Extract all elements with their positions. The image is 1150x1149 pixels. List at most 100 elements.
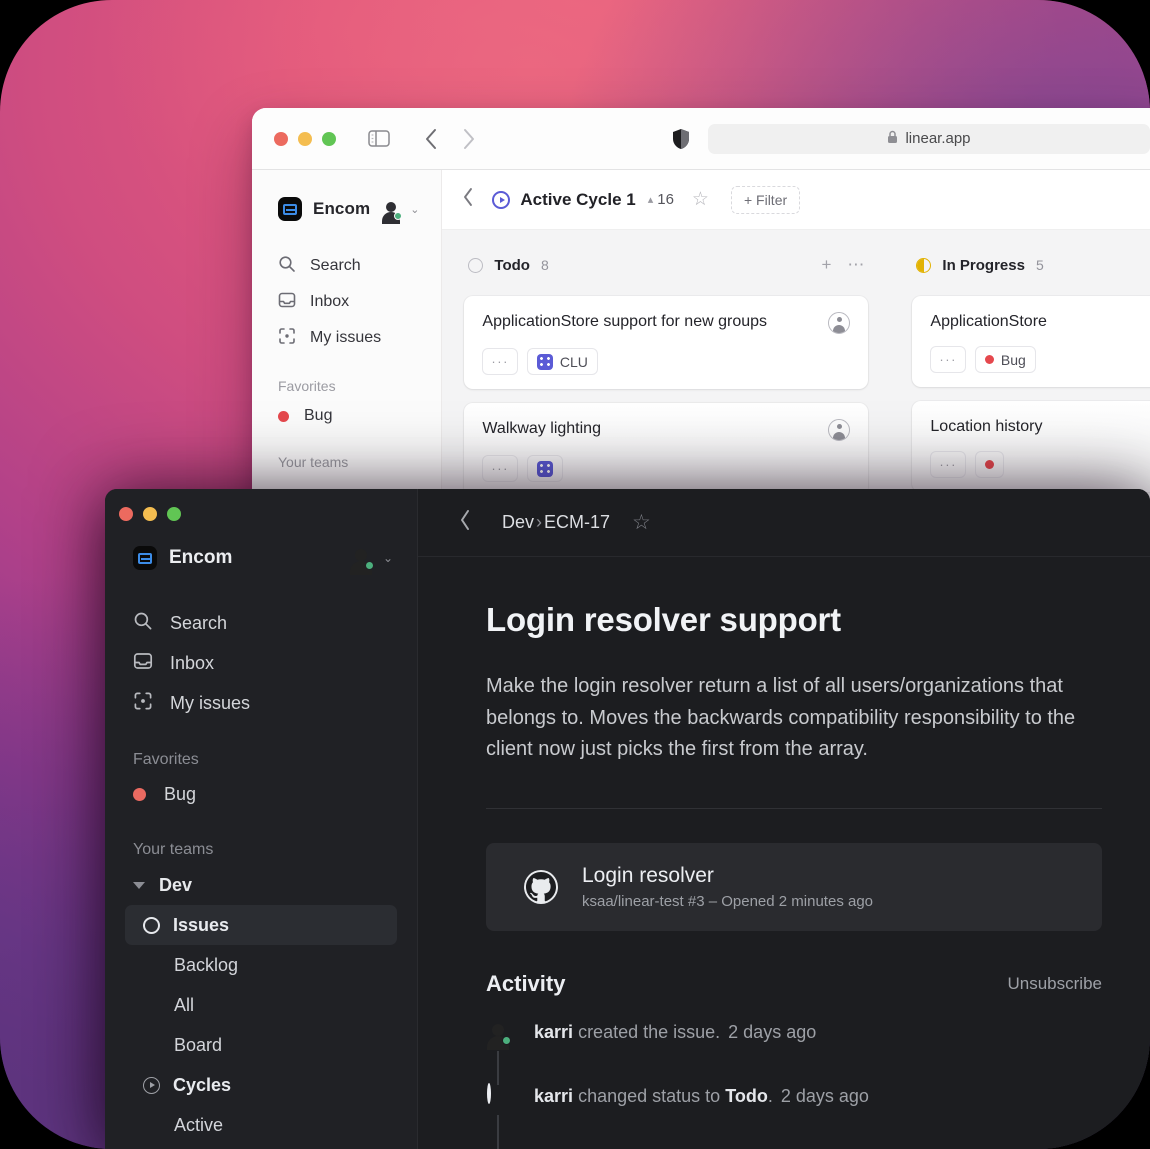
sidebar-item-label: Inbox — [170, 652, 215, 673]
sidebar-item-board[interactable]: Board — [125, 1025, 397, 1065]
sidebar-favorite-bug[interactable]: Bug — [252, 400, 441, 432]
issue-card-more-button[interactable]: ··· — [930, 346, 966, 373]
sidebar-item-inbox[interactable]: Inbox — [252, 284, 441, 320]
unsubscribe-button[interactable]: Unsubscribe — [1008, 974, 1103, 994]
column-header: In Progress 5 — [912, 248, 1150, 282]
issue-card-label-chip[interactable]: Bug — [974, 346, 1036, 373]
sidebar-item-label: Cycles — [173, 1074, 232, 1095]
star-icon[interactable]: ☆ — [632, 510, 651, 535]
window-traffic-lights[interactable] — [274, 131, 336, 146]
sidebar-item-all[interactable]: All — [125, 985, 397, 1025]
sidebar-item-upcoming[interactable]: Upcoming — [125, 1145, 397, 1149]
inbox-icon — [278, 291, 296, 314]
issue-card[interactable]: Walkway lighting ··· — [464, 403, 869, 496]
issue-card[interactable]: ApplicationStore support for new groups … — [464, 296, 869, 389]
browser-forward-icon[interactable] — [462, 128, 476, 150]
column-header: Todo 8 + ⋯ — [464, 248, 868, 282]
issue-card[interactable]: ApplicationStore ··· Bug — [912, 296, 1150, 387]
zoom-button[interactable] — [322, 131, 336, 146]
chip-label: Bug — [1000, 351, 1026, 368]
sidebar-item-issues[interactable]: Issues — [125, 905, 397, 945]
column-name: In Progress — [942, 256, 1025, 274]
sidebar-item-search[interactable]: Search — [252, 248, 441, 284]
issue-card-title: ApplicationStore — [930, 313, 1047, 330]
triangle-down-icon[interactable] — [133, 881, 145, 889]
lock-icon — [887, 130, 898, 148]
project-grid-icon — [536, 460, 553, 477]
star-icon[interactable]: ☆ — [692, 188, 709, 211]
zoom-button[interactable] — [167, 507, 181, 521]
user-avatar — [486, 1021, 511, 1045]
sidebar-favorite-label: Bug — [164, 783, 197, 804]
sidebar-item-label: Backlog — [174, 954, 239, 975]
activity-timeline-line — [497, 1114, 499, 1149]
issue-card-more-button[interactable]: ··· — [482, 348, 518, 375]
sidebar-item-backlog[interactable]: Backlog — [125, 945, 397, 985]
issue-card-more-button[interactable]: ··· — [482, 455, 518, 482]
chevron-down-icon[interactable]: ⌄ — [410, 203, 419, 216]
close-button[interactable] — [274, 131, 288, 146]
sidebar-favorite-label: Bug — [304, 407, 333, 424]
bug-dot-icon — [133, 787, 146, 801]
issue-card-project-chip[interactable]: CLU — [526, 348, 598, 375]
encom-logo-icon — [278, 197, 302, 221]
sidebar-icon[interactable] — [368, 130, 390, 147]
sidebar-item-cycles[interactable]: Cycles — [125, 1065, 397, 1105]
issue-body: Login resolver support Make the login re… — [418, 557, 1150, 1149]
breadcrumb-issue-id: ECM-17 — [544, 512, 611, 532]
sidebar-item-search[interactable]: Search — [105, 603, 417, 643]
column-count: 8 — [540, 257, 549, 273]
issue-card-title: ApplicationStore support for new groups — [482, 313, 768, 330]
minimize-button[interactable] — [298, 131, 312, 146]
sidebar-favorite-bug[interactable]: Bug — [105, 775, 417, 813]
workspace-switcher[interactable]: Encom ⌄ — [105, 541, 417, 575]
breadcrumb-team: Dev — [502, 512, 535, 532]
sidebar-section-your-teams: Your teams — [133, 841, 214, 858]
chevron-down-icon[interactable]: ⌄ — [383, 551, 393, 565]
back-icon[interactable] — [462, 187, 474, 212]
priority-count: 16 — [657, 191, 674, 208]
bug-dot-icon — [984, 460, 994, 469]
issue-card-more-button[interactable]: ··· — [930, 451, 966, 478]
assignee-avatar-icon[interactable] — [828, 419, 851, 441]
plus-icon[interactable]: + — [821, 255, 831, 275]
activity-action: created the issue. — [578, 1021, 721, 1042]
github-link-card[interactable]: Login resolver ksaa/linear-test #3 – Ope… — [486, 842, 1102, 931]
breadcrumb[interactable]: Dev › ECM-17 — [502, 512, 610, 533]
sidebar-item-active[interactable]: Active — [125, 1105, 397, 1145]
window-traffic-lights[interactable] — [105, 501, 417, 521]
minimize-button[interactable] — [143, 507, 157, 521]
sidebar-team-dev[interactable]: Dev — [105, 865, 417, 905]
project-grid-icon — [536, 353, 553, 370]
sidebar-item-label: Inbox — [310, 293, 350, 310]
sidebar-item-my-issues[interactable]: My issues — [252, 320, 441, 356]
safari-page-body: Encom ⌄ Search Inbox My issues Favorites… — [252, 170, 1150, 538]
activity-text: karri created the issue. 2 days ago — [534, 1021, 816, 1043]
linear-web-main: Active Cycle 1 ▴ 16 ☆ + Filter Todo 8 + … — [442, 170, 1150, 538]
privacy-shield-icon[interactable] — [672, 128, 690, 150]
issue-card-label-chip[interactable] — [974, 451, 1004, 478]
sidebar-item-my-issues[interactable]: My issues — [105, 683, 417, 723]
address-bar[interactable]: linear.app — [708, 123, 1150, 154]
encom-logo-icon — [133, 546, 157, 570]
sidebar-item-label: All — [174, 994, 195, 1015]
issue-card[interactable]: Location history ··· — [912, 401, 1150, 492]
divider — [486, 807, 1102, 809]
sidebar-item-inbox[interactable]: Inbox — [105, 643, 417, 683]
issue-detail-main: Dev › ECM-17 ☆ Login resolver support Make… — [418, 489, 1150, 1149]
avatar[interactable] — [381, 199, 403, 220]
back-icon[interactable] — [458, 508, 472, 537]
activity-time: 2 days ago — [780, 1085, 869, 1106]
activity-header: Activity Unsubscribe — [486, 971, 1102, 997]
close-button[interactable] — [119, 507, 133, 521]
browser-back-icon[interactable] — [424, 128, 438, 150]
ellipsis-icon[interactable]: ⋯ — [847, 255, 864, 275]
add-filter-button[interactable]: + Filter — [730, 185, 801, 214]
avatar[interactable] — [349, 546, 374, 570]
workspace-switcher[interactable]: Encom ⌄ — [252, 194, 441, 224]
inbox-icon — [133, 651, 153, 676]
assignee-avatar-icon[interactable] — [828, 312, 851, 334]
issue-card-project-chip[interactable] — [526, 455, 563, 482]
bug-dot-icon — [278, 410, 289, 422]
cycle-header: Active Cycle 1 ▴ 16 ☆ + Filter — [442, 170, 1150, 230]
